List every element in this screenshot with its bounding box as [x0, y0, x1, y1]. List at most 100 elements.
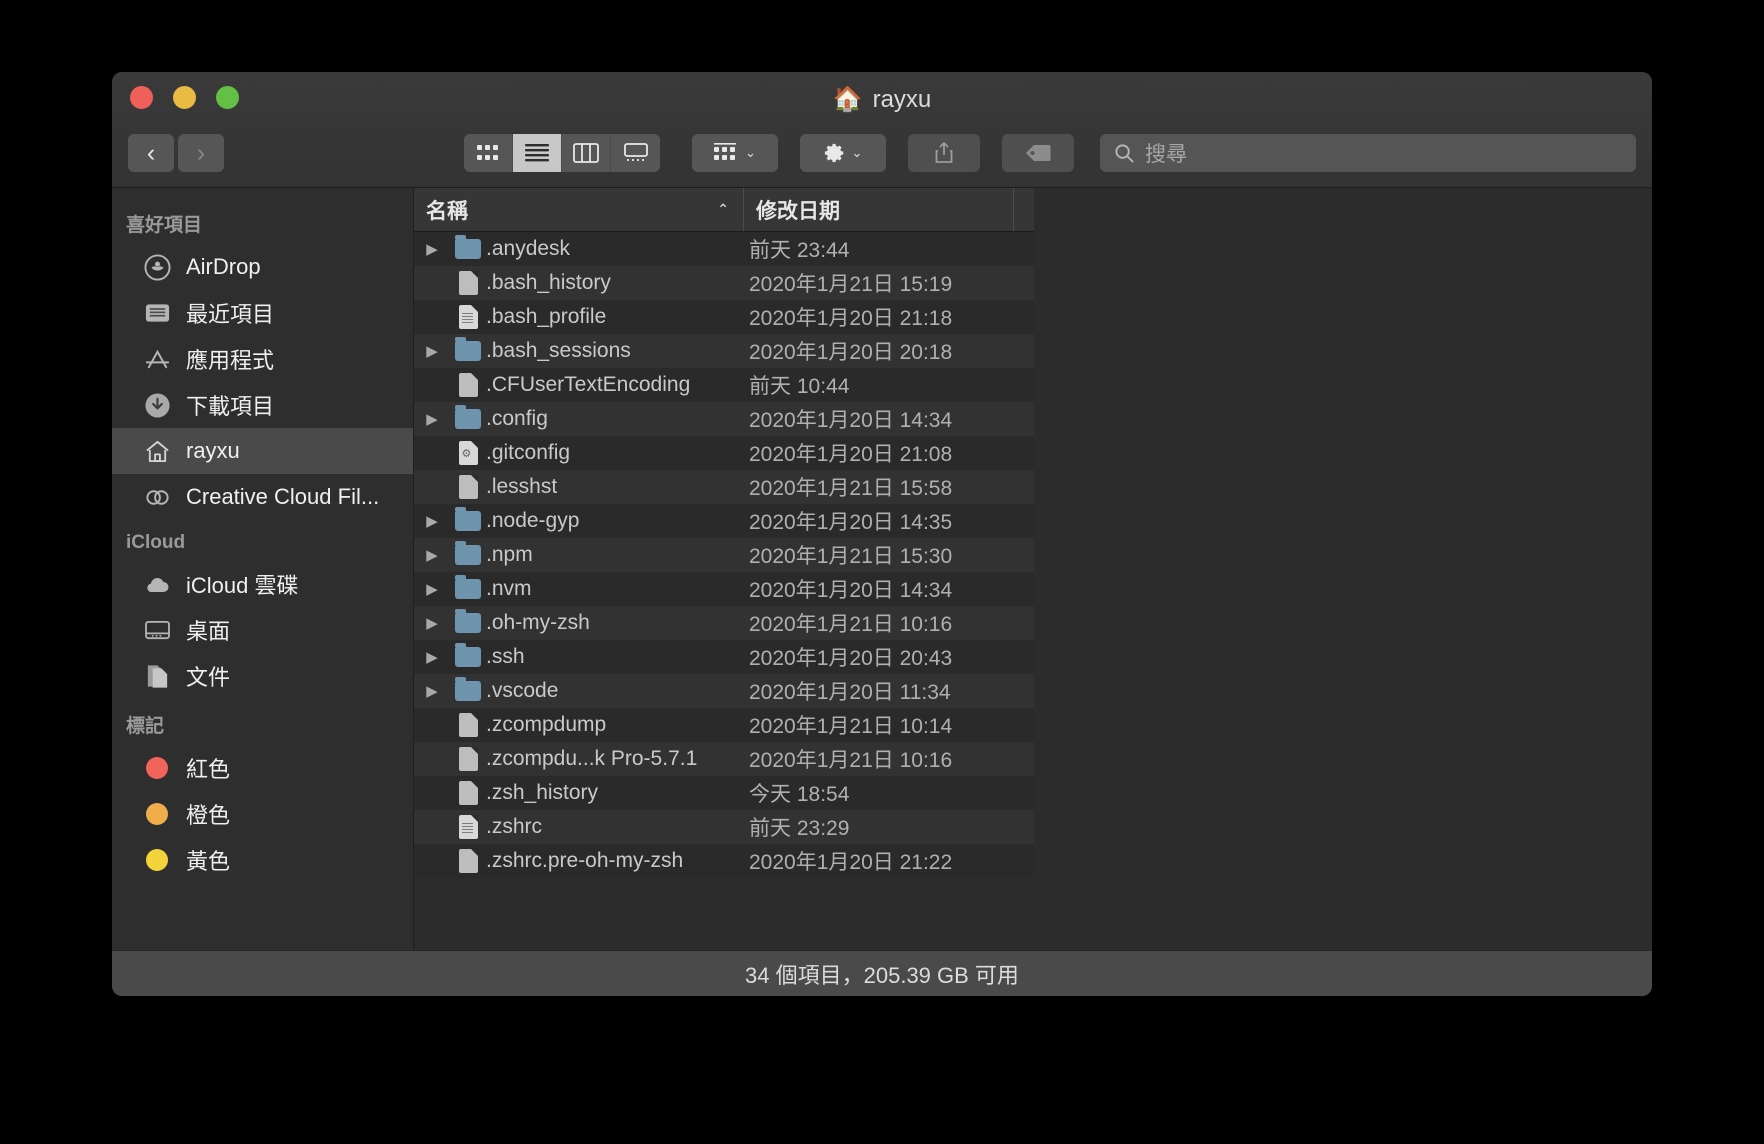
disclosure-triangle-icon[interactable]: ▶ — [414, 512, 450, 530]
window-title: 🏠 rayxu — [112, 86, 1652, 114]
sidebar-item-icloud-drive[interactable]: iCloud 雲碟 — [112, 561, 413, 607]
sidebar-section-tags-header: 標記 — [126, 716, 165, 737]
gallery-view-button[interactable] — [611, 134, 660, 172]
sidebar-item-tag-yellow[interactable]: 黃色 — [112, 837, 413, 883]
file-name: .zshrc.pre-oh-my-zsh — [486, 849, 684, 872]
table-row[interactable]: .zshrc.pre-oh-my-zsh 2020年1月20日 21:22 — [414, 844, 1034, 878]
sidebar-item-label: 最近項目 — [186, 302, 275, 327]
disclosure-triangle-icon[interactable]: ▶ — [414, 614, 450, 632]
column-headers: 名稱 ⌃ 修改日期 — [414, 188, 1034, 232]
table-row[interactable]: ▶ .bash_sessions 2020年1月20日 20:18 — [414, 334, 1034, 368]
home-icon: 🏠 — [832, 86, 863, 113]
file-date-modified: 2020年1月20日 21:08 — [749, 443, 953, 466]
sidebar-item-rayxu[interactable]: rayxu — [112, 428, 413, 474]
disclosure-triangle-icon[interactable]: ▶ — [414, 682, 450, 700]
sidebar-item-desktop[interactable]: 桌面 — [112, 607, 413, 653]
file-list-inner: 名稱 ⌃ 修改日期 ▶ .anydesk 前天 23:44 .bash_history… — [414, 188, 1034, 878]
table-row[interactable]: .bash_history 2020年1月21日 15:19 — [414, 266, 1034, 300]
table-row[interactable]: .zsh_history 今天 18:54 — [414, 776, 1034, 810]
table-row[interactable]: .CFUserTextEncoding 前天 10:44 — [414, 368, 1034, 402]
forward-button[interactable]: › — [178, 134, 224, 172]
title-bar: 🏠 rayxu ‹ › ⌄ ⌄ 搜尋 — [112, 72, 1652, 188]
window-body: 喜好項目 AirDrop 最近項目 應用程式 下載項目 rayxu Creati… — [112, 188, 1652, 950]
table-row[interactable]: ▶ .config 2020年1月20日 14:34 — [414, 402, 1034, 436]
sidebar-item-creative-cloud-files[interactable]: Creative Cloud Fil... — [112, 474, 413, 520]
file-date-modified: 2020年1月21日 10:16 — [749, 749, 953, 772]
file-name: .ssh — [486, 645, 525, 668]
sidebar-item-tag-orange[interactable]: 橙色 — [112, 791, 413, 837]
table-row[interactable]: .lesshst 2020年1月21日 15:58 — [414, 470, 1034, 504]
file-name: .npm — [486, 543, 533, 566]
downloads-icon — [142, 390, 172, 420]
column-header-spacer — [1014, 188, 1034, 231]
disclosure-triangle-icon[interactable]: ▶ — [414, 342, 450, 360]
group-icon — [714, 143, 737, 160]
disclosure-triangle-icon[interactable]: ▶ — [414, 648, 450, 666]
recents-icon — [142, 298, 172, 328]
airdrop-icon — [142, 252, 172, 282]
file-date-modified: 2020年1月20日 20:18 — [749, 341, 953, 364]
share-icon — [935, 141, 953, 163]
table-row[interactable]: .zshrc 前天 23:29 — [414, 810, 1034, 844]
table-row[interactable]: .zcompdu...k Pro-5.7.1 2020年1月21日 10:16 — [414, 742, 1034, 776]
group-by-button[interactable]: ⌄ — [692, 134, 778, 172]
folder-icon — [450, 541, 486, 565]
disclosure-triangle-icon[interactable]: ▶ — [414, 580, 450, 598]
sidebar: 喜好項目 AirDrop 最近項目 應用程式 下載項目 rayxu Creati… — [112, 188, 414, 950]
sidebar-item-documents[interactable]: 文件 — [112, 653, 413, 699]
search-field[interactable]: 搜尋 — [1100, 134, 1636, 172]
search-placeholder: 搜尋 — [1145, 143, 1187, 166]
sidebar-item-label: AirDrop — [186, 254, 261, 279]
tag-button[interactable] — [1002, 134, 1074, 172]
column-header-date-label: 修改日期 — [756, 199, 840, 223]
sidebar-item-airdrop[interactable]: AirDrop — [112, 244, 413, 290]
status-bar-text: 34 個項目，205.39 GB 可用 — [745, 962, 1019, 988]
list-view-button[interactable] — [513, 134, 562, 172]
chevron-right-icon: › — [196, 138, 206, 167]
file-icon — [450, 373, 486, 397]
file-name: .anydesk — [486, 237, 571, 260]
action-menu-button[interactable]: ⌄ — [800, 134, 886, 172]
file-name: .CFUserTextEncoding — [486, 373, 691, 396]
back-button[interactable]: ‹ — [128, 134, 174, 172]
disclosure-triangle-icon[interactable]: ▶ — [414, 240, 450, 258]
icon-view-button[interactable] — [464, 134, 513, 172]
table-row[interactable]: ▶ .anydesk 前天 23:44 — [414, 232, 1034, 266]
tag-dot-icon — [142, 845, 172, 875]
table-row[interactable]: ▶ .vscode 2020年1月20日 11:34 — [414, 674, 1034, 708]
file-name: .zshrc — [486, 815, 543, 838]
text-document-icon — [450, 815, 486, 839]
file-name: .zcompdump — [486, 713, 607, 736]
table-row[interactable]: ⚙ .gitconfig 2020年1月20日 21:08 — [414, 436, 1034, 470]
table-row[interactable]: .bash_profile 2020年1月20日 21:18 — [414, 300, 1034, 334]
table-row[interactable]: ▶ .nvm 2020年1月20日 14:34 — [414, 572, 1034, 606]
table-row[interactable]: ▶ .npm 2020年1月21日 15:30 — [414, 538, 1034, 572]
tag-icon — [1026, 145, 1051, 161]
column-view-button[interactable] — [562, 134, 611, 172]
file-name: .bash_profile — [486, 305, 607, 328]
sidebar-item-label: 紅色 — [186, 757, 231, 782]
column-header-name-label: 名稱 — [426, 199, 468, 223]
table-row[interactable]: ▶ .ssh 2020年1月20日 20:43 — [414, 640, 1034, 674]
sidebar-item-applications[interactable]: 應用程式 — [112, 336, 413, 382]
column-header-name[interactable]: 名稱 ⌃ — [414, 188, 744, 231]
sidebar-section-icloud-header: iCloud — [126, 532, 186, 553]
disclosure-triangle-icon[interactable]: ▶ — [414, 410, 450, 428]
search-icon — [1115, 143, 1134, 163]
sidebar-item-downloads[interactable]: 下載項目 — [112, 382, 413, 428]
sort-ascending-icon: ⌃ — [717, 201, 729, 217]
table-row[interactable]: ▶ .node-gyp 2020年1月20日 14:35 — [414, 504, 1034, 538]
table-row[interactable]: ▶ .oh-my-zsh 2020年1月21日 10:16 — [414, 606, 1034, 640]
table-row[interactable]: .zcompdump 2020年1月21日 10:14 — [414, 708, 1034, 742]
column-header-date[interactable]: 修改日期 — [744, 188, 1014, 231]
disclosure-triangle-icon[interactable]: ▶ — [414, 546, 450, 564]
folder-icon — [450, 235, 486, 259]
sidebar-item-recents[interactable]: 最近項目 — [112, 290, 413, 336]
chevron-down-icon: ⌄ — [745, 145, 756, 160]
sidebar-item-tag-red[interactable]: 紅色 — [112, 745, 413, 791]
navigation-buttons: ‹ › — [128, 134, 224, 172]
folder-icon — [450, 337, 486, 361]
file-name: .nvm — [486, 577, 532, 600]
share-button[interactable] — [908, 134, 980, 172]
folder-icon — [450, 609, 486, 633]
